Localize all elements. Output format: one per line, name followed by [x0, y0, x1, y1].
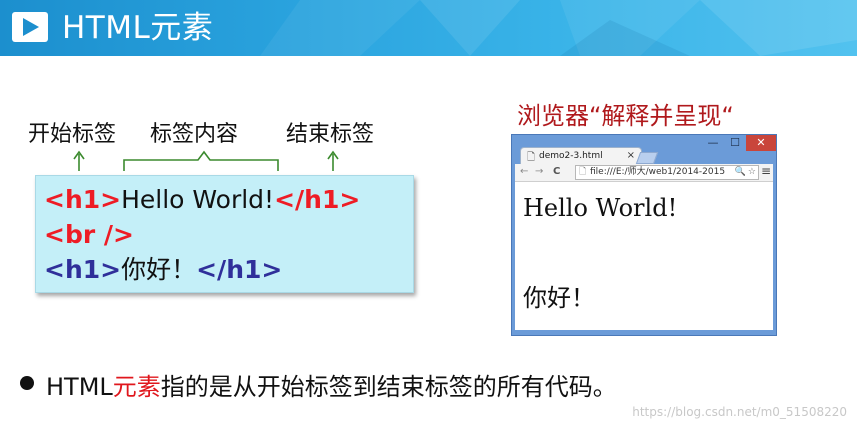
menu-icon[interactable]: ≡ [761, 164, 771, 178]
code-line-1: <h1>Hello World!</h1> [44, 182, 405, 217]
bullet-accent: 元素 [112, 373, 161, 401]
code-line-2: <br /> [44, 217, 405, 252]
zoom-icon[interactable]: 🔍 [734, 166, 746, 179]
h1-open-tag-2: <h1> [44, 255, 122, 284]
rendered-h1-hello: Hello World! [523, 194, 678, 222]
bookmark-star-icon[interactable]: ☆ [747, 166, 756, 179]
browser-tab[interactable]: 🗋 demo2-3.html × [520, 147, 642, 164]
browser-caption: 浏览器“解释并呈现“ [517, 102, 734, 130]
reload-icon[interactable]: C [553, 165, 560, 179]
bullet-prefix: HTML [46, 373, 113, 401]
h1-close-tag-2: </h1> [196, 255, 283, 284]
tab-close-icon[interactable]: × [627, 148, 635, 164]
tab-title: demo2-3.html [539, 151, 603, 161]
minimize-button[interactable]: — [702, 135, 724, 151]
bullet-suffix: 指的是从开始标签到结束标签的所有代码。 [160, 373, 617, 401]
bullet-statement: HTML元素指的是从开始标签到结束标签的所有代码。 [46, 367, 617, 402]
browser-viewport: Hello World! 你好！ [515, 182, 773, 330]
h1-content: Hello World! [121, 185, 275, 214]
h1-open-tag: <h1> [44, 185, 122, 214]
code-line-3: <h1>你好！</h1> [44, 252, 405, 287]
address-bar[interactable]: 🗋 file:///E:/师大/web1/2014-2015 🔍 ☆ [575, 165, 759, 180]
h1-close-tag: </h1> [274, 185, 361, 214]
br-tag: <br /> [44, 220, 134, 249]
address-text: file:///E:/师大/web1/2014-2015 [590, 167, 726, 177]
maximize-button[interactable]: ☐ [724, 135, 746, 151]
forward-arrow-icon[interactable]: → [535, 165, 543, 179]
browser-window: 🗋 demo2-3.html × — ☐ ✕ ← → C 🗋 file:///E… [511, 134, 777, 336]
watermark-url: https://blog.csdn.net/m0_51508220 [632, 405, 847, 419]
code-example: <h1>Hello World!</h1> <br /> <h1>你好！</h1… [35, 175, 414, 293]
rendered-h1-nihao: 你好！ [523, 284, 595, 312]
bullet-icon [20, 376, 34, 390]
back-arrow-icon[interactable]: ← [520, 165, 528, 179]
page-icon: 🗋 [579, 167, 587, 177]
browser-toolbar: ← → C 🗋 file:///E:/师大/web1/2014-2015 🔍 ☆… [515, 164, 773, 182]
h1-content-2: 你好！ [121, 255, 197, 284]
new-tab-button[interactable] [635, 152, 659, 164]
close-window-button[interactable]: ✕ [746, 135, 776, 151]
